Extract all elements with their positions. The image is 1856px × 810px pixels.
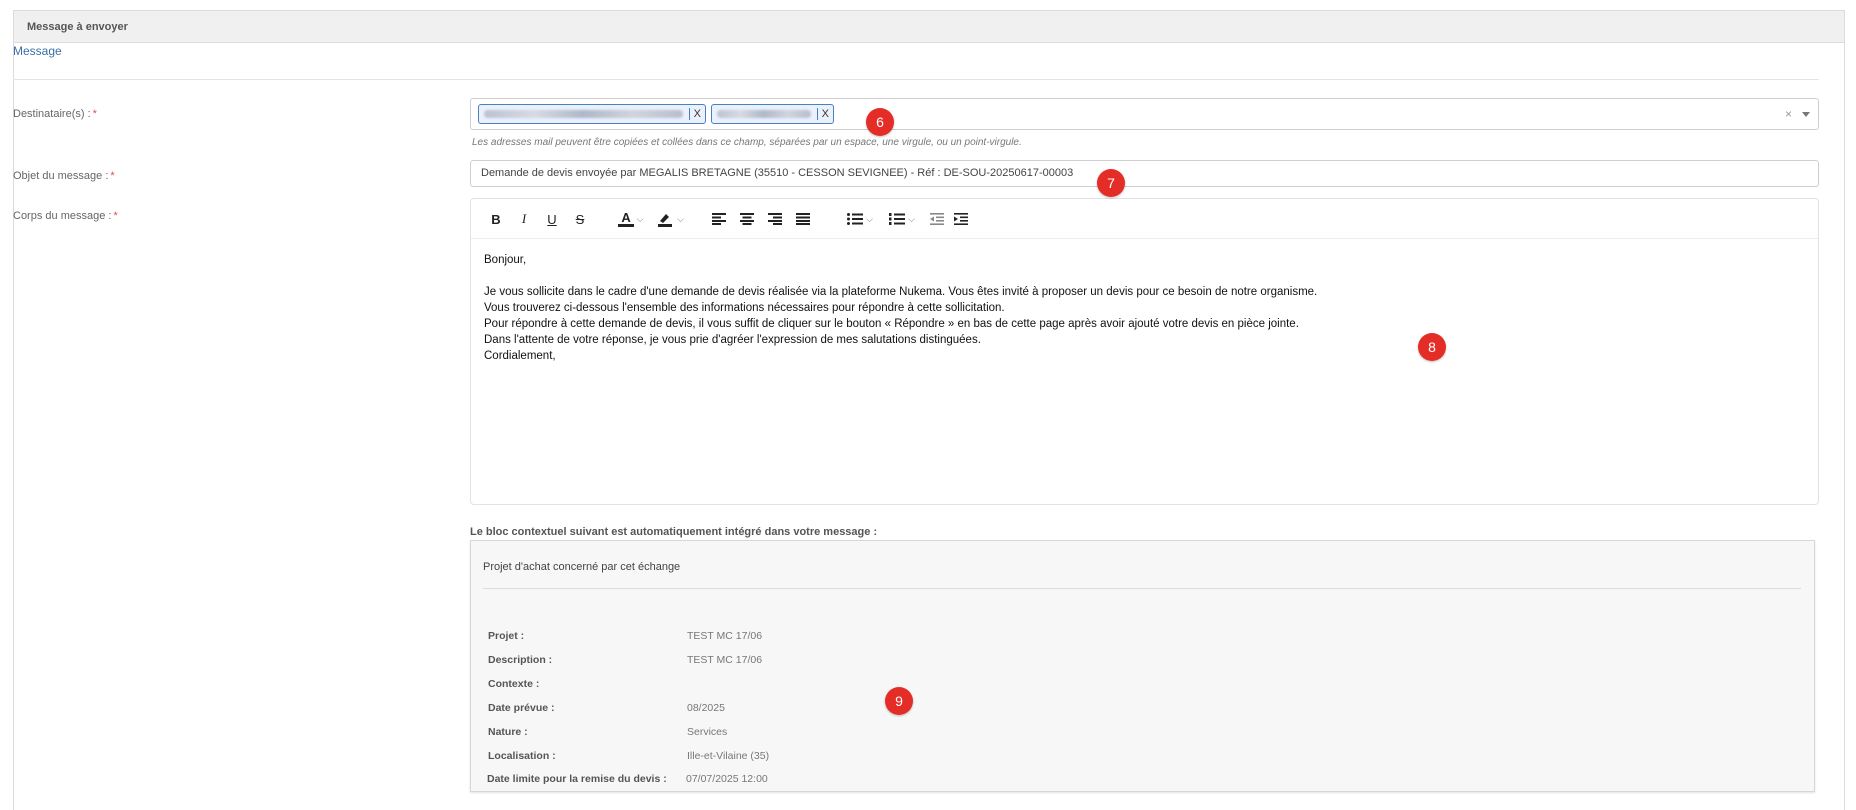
highlighter-icon — [658, 214, 673, 227]
rich-text-editor[interactable]: B I U S A ⌵ ⌵ ⌵ ⌵ Bonjour, Je vous solli… — [470, 198, 1819, 505]
context-heading: Projet d'achat concerné par cet échange — [483, 561, 681, 573]
context-value: Ille-et-Vilaine (35) — [687, 750, 770, 762]
context-key: Projet : — [488, 630, 525, 642]
body-line: Pour répondre à cette demande de devis, … — [484, 318, 1299, 330]
body-line: Cordialement, — [484, 350, 556, 362]
redacted-email — [717, 110, 811, 118]
context-divider — [483, 588, 1801, 589]
recipient-tag: X — [711, 104, 834, 124]
font-color-button[interactable]: A ⌵ — [616, 209, 646, 229]
tab-message[interactable]: Message — [13, 44, 62, 58]
align-left-button[interactable] — [711, 209, 727, 229]
editor-toolbar: B I U S A ⌵ ⌵ ⌵ ⌵ — [471, 199, 1818, 239]
context-row: Date limite pour la remise du devis : 07… — [487, 773, 1687, 787]
align-center-icon — [740, 213, 754, 225]
chevron-down-icon: ⌵ — [677, 213, 684, 224]
chevron-down-icon[interactable] — [1802, 112, 1810, 117]
bullet-list-button[interactable]: ⌵ — [843, 209, 877, 229]
bullet-list-icon — [847, 213, 864, 225]
underline-button[interactable]: U — [544, 209, 560, 229]
body-line: Dans l'attente de votre réponse, je vous… — [484, 334, 981, 346]
context-value: 07/07/2025 12:00 — [686, 773, 768, 785]
chevron-down-icon: ⌵ — [908, 213, 915, 224]
highlight-button[interactable]: ⌵ — [654, 209, 686, 229]
align-justify-icon — [796, 213, 810, 225]
context-key: Nature : — [488, 726, 528, 738]
context-value: TEST MC 17/06 — [687, 630, 763, 642]
body-line: Vous trouverez ci-dessous l'ensemble des… — [484, 302, 1005, 314]
context-key: Localisation : — [488, 750, 556, 762]
subject-label: Objet du message : * — [13, 170, 115, 182]
numbered-list-button[interactable]: ⌵ — [885, 209, 919, 229]
required-mark: * — [110, 170, 115, 182]
context-value: 08/2025 — [687, 702, 725, 714]
annotation-badge-9: 9 — [885, 687, 913, 715]
align-justify-button[interactable] — [795, 209, 811, 229]
context-row: Nature : Services — [488, 726, 1688, 740]
recipients-hint: Les adresses mail peuvent être copiées e… — [472, 137, 1022, 148]
context-row: Localisation : Ille-et-Vilaine (35) — [488, 750, 1688, 764]
chevron-down-icon: ⌵ — [636, 213, 644, 224]
recipients-input[interactable]: X X × — [470, 98, 1819, 130]
context-row: Description : TEST MC 17/06 — [488, 654, 1688, 668]
recipient-tag: X — [478, 104, 706, 124]
chevron-down-icon: ⌵ — [866, 213, 873, 224]
font-color-icon: A — [618, 211, 634, 227]
annotation-badge-7: 7 — [1097, 169, 1125, 197]
outdent-button[interactable] — [929, 209, 945, 229]
context-row: Projet : TEST MC 17/06 — [488, 630, 1688, 644]
required-mark: * — [113, 210, 118, 222]
section-divider — [13, 79, 1819, 80]
required-mark: * — [92, 108, 97, 120]
context-block: Projet d'achat concerné par cet échange … — [470, 540, 1815, 792]
greeting-line: Bonjour, — [484, 254, 527, 266]
context-key: Date limite pour la remise du devis : — [487, 773, 667, 785]
numbered-list-icon — [889, 213, 906, 225]
subject-input[interactable]: Demande de devis envoyée par MEGALIS BRE… — [470, 160, 1819, 187]
context-key: Contexte : — [488, 678, 540, 690]
body-label: Corps du message : * — [13, 210, 118, 222]
indent-button[interactable] — [953, 209, 969, 229]
context-value: Services — [687, 726, 728, 738]
clear-icon[interactable]: × — [1785, 107, 1792, 121]
align-right-icon — [768, 213, 782, 225]
recipients-label: Destinataire(s) : * — [13, 108, 97, 120]
bold-button[interactable]: B — [488, 209, 504, 229]
panel-title: Message à envoyer — [14, 11, 1844, 43]
remove-recipient-button[interactable]: X — [816, 108, 829, 120]
context-key: Date prévue : — [488, 702, 555, 714]
annotation-badge-6: 6 — [866, 108, 894, 136]
align-right-button[interactable] — [767, 209, 783, 229]
context-row: Contexte : — [488, 678, 1688, 692]
context-value: TEST MC 17/06 — [687, 654, 763, 666]
context-row: Date prévue : 08/2025 — [488, 702, 1688, 716]
outdent-icon — [930, 213, 944, 225]
editor-content[interactable]: Bonjour, Je vous sollicite dans le cadre… — [471, 239, 1818, 377]
context-block-title: Le bloc contextuel suivant est automatiq… — [470, 526, 878, 538]
align-left-icon — [712, 213, 726, 225]
align-center-button[interactable] — [739, 209, 755, 229]
redacted-email — [484, 110, 683, 118]
context-key: Description : — [488, 654, 553, 666]
indent-icon — [954, 213, 968, 225]
remove-recipient-button[interactable]: X — [688, 108, 701, 120]
strikethrough-button[interactable]: S — [572, 209, 588, 229]
italic-button[interactable]: I — [516, 209, 532, 229]
body-line: Je vous sollicite dans le cadre d'une de… — [484, 286, 1318, 298]
annotation-badge-8: 8 — [1418, 333, 1446, 361]
